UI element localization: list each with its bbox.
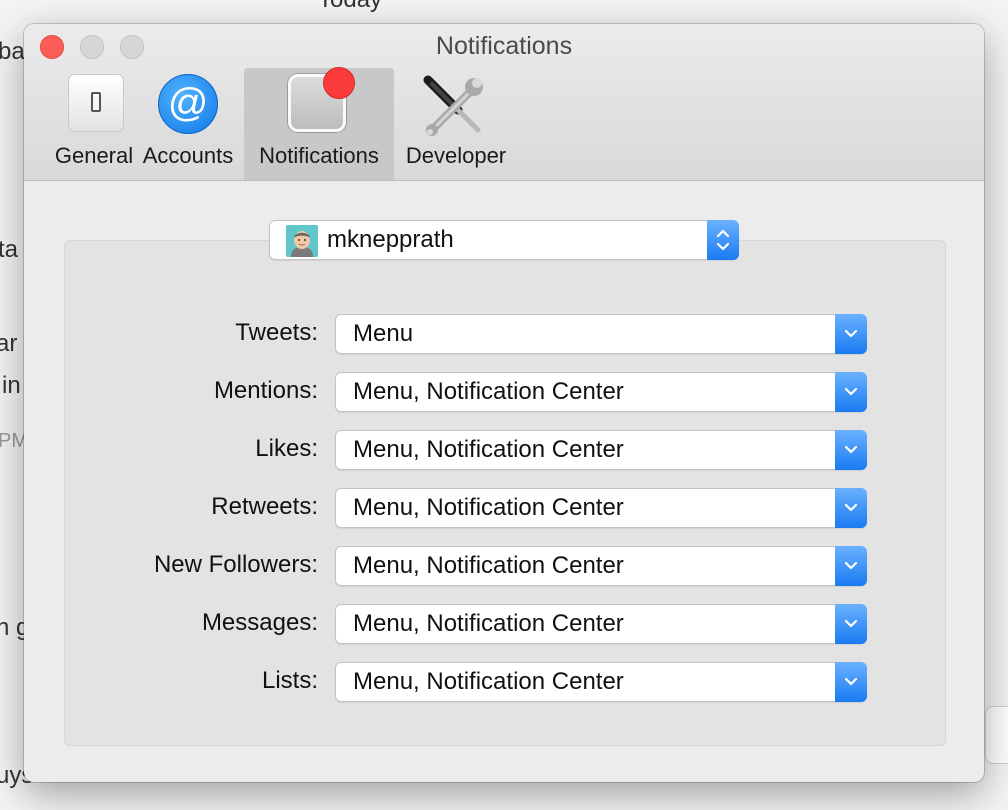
tab-general-label: General xyxy=(54,143,134,168)
chevron-down-icon[interactable] xyxy=(835,372,867,412)
chevron-down-icon[interactable] xyxy=(835,314,867,354)
background-text: ba xyxy=(0,38,25,65)
lists-dropdown[interactable]: Menu, Notification Center xyxy=(335,662,867,702)
tab-accounts-label: Accounts xyxy=(142,143,234,168)
avatar xyxy=(286,225,318,257)
tab-accounts[interactable]: @ Accounts xyxy=(138,68,238,180)
tab-notifications[interactable]: Notifications xyxy=(244,67,394,180)
notifications-pane: mknepprath Tweets: Menu Mentions: Menu, … xyxy=(24,181,984,782)
setting-row-retweets: Retweets: Menu, Notification Center xyxy=(24,488,984,528)
retweets-dropdown[interactable]: Menu, Notification Center xyxy=(335,488,867,528)
messages-dropdown[interactable]: Menu, Notification Center xyxy=(335,604,867,644)
new-followers-dropdown[interactable]: Menu, Notification Center xyxy=(335,546,867,586)
account-selector[interactable]: mknepprath xyxy=(269,220,739,260)
chevron-down-icon[interactable] xyxy=(835,488,867,528)
setting-row-likes: Likes: Menu, Notification Center xyxy=(24,430,984,470)
window-title: Notifications xyxy=(435,32,573,60)
dropdown-value: Menu, Notification Center xyxy=(353,552,624,579)
notification-badge-icon xyxy=(288,67,355,132)
tab-general[interactable]: General xyxy=(36,68,152,180)
preferences-window: Notifications General @ Accounts Notific… xyxy=(24,24,984,782)
setting-label: Likes: xyxy=(255,435,318,462)
account-name: mknepprath xyxy=(327,226,454,253)
dropdown-value: Menu, Notification Center xyxy=(353,494,624,521)
notification-dot-icon xyxy=(323,67,355,99)
dropdown-value: Menu, Notification Center xyxy=(353,436,624,463)
tab-developer[interactable]: Developer xyxy=(400,68,512,180)
setting-row-tweets: Tweets: Menu xyxy=(24,314,984,354)
setting-label: Tweets: xyxy=(235,319,318,346)
dropdown-value: Menu, Notification Center xyxy=(353,610,624,637)
chevron-down-icon[interactable] xyxy=(835,604,867,644)
tweets-dropdown[interactable]: Menu xyxy=(335,314,867,354)
mentions-dropdown[interactable]: Menu, Notification Center xyxy=(335,372,867,412)
setting-label: Messages: xyxy=(201,609,318,636)
preferences-toolbar: General @ Accounts Notifications Develop… xyxy=(24,67,984,180)
setting-row-messages: Messages: Menu, Notification Center xyxy=(24,604,984,644)
setting-row-new-followers: New Followers: Menu, Notification Center xyxy=(24,546,984,586)
at-sign-icon: @ xyxy=(158,74,218,134)
dropdown-value: Menu xyxy=(353,320,414,347)
setting-row-lists: Lists: Menu, Notification Center xyxy=(24,662,984,702)
background-text: Today xyxy=(318,0,382,14)
chevron-down-icon[interactable] xyxy=(835,662,867,702)
title-bar: Notifications General @ Accounts Notific… xyxy=(24,24,984,181)
background-text: in xyxy=(2,372,21,399)
setting-label: New Followers: xyxy=(153,551,318,578)
switch-icon xyxy=(68,74,124,132)
tab-developer-label: Developer xyxy=(405,143,507,168)
chevron-down-icon[interactable] xyxy=(835,430,867,470)
background-input xyxy=(985,706,1008,764)
setting-row-mentions: Mentions: Menu, Notification Center xyxy=(24,372,984,412)
chevron-down-icon[interactable] xyxy=(835,546,867,586)
setting-label: Lists: xyxy=(261,667,318,694)
dropdown-value: Menu, Notification Center xyxy=(353,668,624,695)
tab-notifications-label: Notifications xyxy=(259,143,379,168)
up-down-chevron-icon[interactable] xyxy=(707,220,739,260)
tools-icon xyxy=(422,74,486,138)
likes-dropdown[interactable]: Menu, Notification Center xyxy=(335,430,867,470)
background-text: ta xyxy=(0,236,19,263)
setting-label: Retweets: xyxy=(211,493,318,520)
dropdown-value: Menu, Notification Center xyxy=(353,378,624,405)
background-text: ar xyxy=(0,330,18,357)
setting-label: Mentions: xyxy=(213,377,318,404)
